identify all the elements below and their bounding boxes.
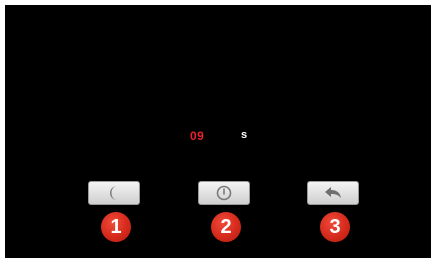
callout-marker-1: 1 <box>101 212 131 242</box>
callout-marker-2: 2 <box>211 212 241 242</box>
undo-arrow-icon <box>323 186 343 200</box>
device-screen: 09 s 1 2 3 <box>5 5 431 258</box>
moon-icon <box>107 185 121 201</box>
countdown-timer: 09 s <box>5 129 431 143</box>
power-button[interactable] <box>198 181 250 205</box>
sleep-button[interactable] <box>88 181 140 205</box>
timer-unit: s <box>241 129 248 141</box>
timer-value: 09 <box>190 129 205 143</box>
callout-marker-3: 3 <box>320 212 350 242</box>
back-button[interactable] <box>307 181 359 205</box>
power-icon <box>216 185 232 201</box>
